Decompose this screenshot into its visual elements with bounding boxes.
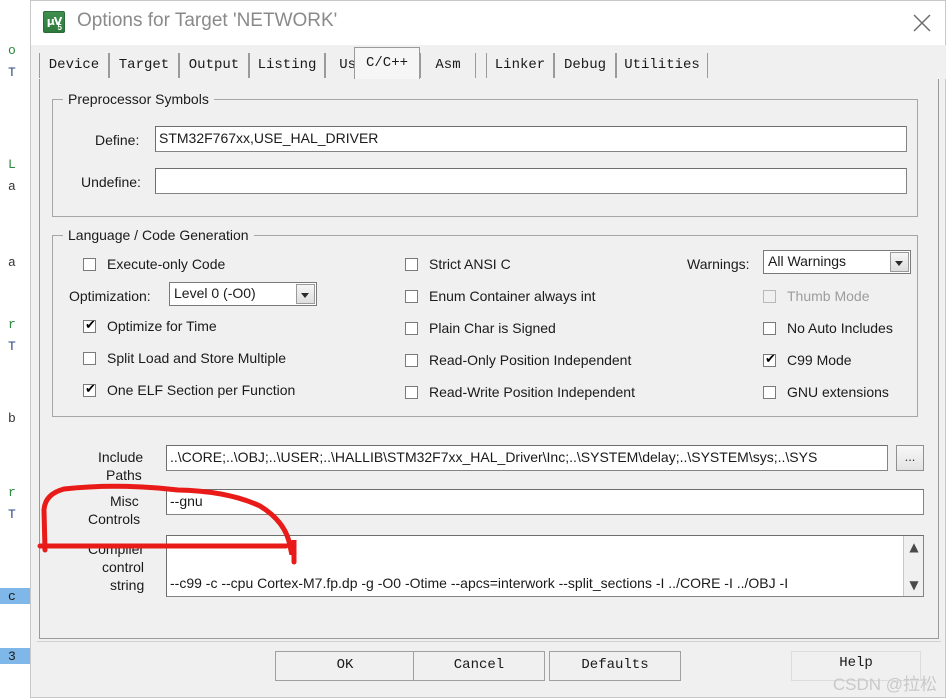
checkbox-thumb-mode xyxy=(763,290,776,303)
language-group-title: Language / Code Generation xyxy=(63,227,254,243)
ok-button[interactable]: OK xyxy=(275,651,415,681)
scroll-up-icon[interactable]: ▲ xyxy=(904,538,923,556)
misc-controls-label-line2: Controls xyxy=(88,511,141,527)
defaults-button[interactable]: Defaults xyxy=(549,651,681,681)
tab-target[interactable]: Target xyxy=(109,53,179,78)
language-code-generation-group: Language / Code Generation Execute-only … xyxy=(52,227,918,417)
tab-device[interactable]: Device xyxy=(39,53,109,78)
chevron-down-icon[interactable] xyxy=(296,284,315,304)
close-button[interactable] xyxy=(899,1,945,44)
bg-text-line: 3 xyxy=(8,649,16,664)
checkbox-strict-ansi-c[interactable] xyxy=(405,258,418,271)
keil-uvision-icon: µV 5 xyxy=(43,11,65,33)
label-no-auto-includes: No Auto Includes xyxy=(787,320,893,336)
tab-c-cpp[interactable]: C/C++ xyxy=(354,47,420,79)
checkbox-gnu-extensions[interactable] xyxy=(763,386,776,399)
warnings-value: All Warnings xyxy=(768,253,847,269)
preprocessor-group-title: Preprocessor Symbols xyxy=(63,91,214,107)
label-execute-only-code: Execute-only Code xyxy=(107,256,226,272)
window-title: Options for Target 'NETWORK' xyxy=(77,10,338,31)
include-paths-input[interactable]: ..\CORE;..\OBJ;..\USER;..\HALLIB\STM32F7… xyxy=(166,445,888,471)
tab-debug[interactable]: Debug xyxy=(554,53,616,78)
bg-text-line: T xyxy=(8,507,16,522)
optimization-label: Optimization: xyxy=(69,288,151,304)
screen: o T L a a r T b r T c 3 µV 5 Options for… xyxy=(0,0,946,700)
label-optimize-for-time: Optimize for Time xyxy=(107,318,217,334)
tab-asm[interactable]: Asm xyxy=(420,53,476,78)
checkbox-split-load-and-store-multiple[interactable] xyxy=(83,352,96,365)
label-read-only-position-independent: Read-Only Position Independent xyxy=(429,352,632,368)
cancel-button[interactable]: Cancel xyxy=(413,651,545,681)
bg-text-line: o xyxy=(8,43,16,58)
misc-controls-input[interactable]: --gnu xyxy=(166,489,924,515)
misc-controls-label-line1: Misc xyxy=(110,493,139,509)
chevron-down-icon[interactable] xyxy=(890,252,909,272)
include-paths-label-line1: Include xyxy=(98,449,144,465)
bg-text-line: a xyxy=(8,179,16,194)
warnings-label: Warnings: xyxy=(687,256,750,272)
optimization-value: Level 0 (-O0) xyxy=(174,285,256,301)
label-c99-mode: C99 Mode xyxy=(787,352,852,368)
tab-utilities[interactable]: Utilities xyxy=(616,53,708,78)
label-gnu-extensions: GNU extensions xyxy=(787,384,889,400)
checkbox-read-only-position-independent[interactable] xyxy=(405,354,418,367)
checkbox-enum-container-always-int[interactable] xyxy=(405,290,418,303)
bg-text-line: T xyxy=(8,65,16,80)
checkbox-one-elf-section-per-function[interactable]: ✔ xyxy=(83,382,96,397)
bg-text-line: L xyxy=(8,157,16,172)
undefine-input[interactable] xyxy=(155,168,907,194)
undefine-label: Undefine: xyxy=(81,174,141,190)
checkbox-c99-mode[interactable]: ✔ xyxy=(763,352,776,367)
close-icon xyxy=(913,14,931,32)
checkbox-plain-char-is-signed[interactable] xyxy=(405,322,418,335)
bg-text-line: T xyxy=(8,339,16,354)
optimization-select[interactable]: Level 0 (-O0) xyxy=(169,282,317,306)
tab-strip: Device Target Output Listing User C/C++ … xyxy=(31,45,946,79)
bg-text-line: r xyxy=(8,317,16,332)
options-dialog: µV 5 Options for Target 'NETWORK' Device… xyxy=(30,0,946,698)
c-cpp-panel: Preprocessor Symbols Define: STM32F767xx… xyxy=(39,79,939,639)
bg-text-line: a xyxy=(8,255,16,270)
compiler-string-line1: --c99 -c --cpu Cortex-M7.fp.dp -g -O0 -O… xyxy=(170,575,789,591)
label-thumb-mode: Thumb Mode xyxy=(787,288,870,304)
tab-linker[interactable]: Linker xyxy=(486,53,554,78)
label-split-load-and-store-multiple: Split Load and Store Multiple xyxy=(107,350,286,366)
define-label: Define: xyxy=(95,132,140,148)
scroll-down-icon[interactable]: ▼ xyxy=(904,576,923,594)
bg-text-line: b xyxy=(8,411,16,426)
checkbox-no-auto-includes[interactable] xyxy=(763,322,776,335)
compiler-string-label-line1: Compiler xyxy=(88,541,145,557)
include-paths-label-line2: Paths xyxy=(106,467,142,483)
label-strict-ansi-c: Strict ANSI C xyxy=(429,256,511,272)
title-bar: µV 5 Options for Target 'NETWORK' xyxy=(31,1,945,46)
checkbox-read-write-position-independent[interactable] xyxy=(405,386,418,399)
label-one-elf-section-per-function: One ELF Section per Function xyxy=(107,382,296,398)
compiler-control-string-input[interactable]: --c99 -c --cpu Cortex-M7.fp.dp -g -O0 -O… xyxy=(166,535,924,597)
keil-icon-version: 5 xyxy=(57,23,62,32)
check-mark: ✔ xyxy=(85,318,96,333)
footer-divider xyxy=(37,641,941,642)
check-mark: ✔ xyxy=(85,382,96,397)
label-read-write-position-independent: Read-Write Position Independent xyxy=(429,384,635,400)
compiler-string-label-line3: string xyxy=(110,577,145,593)
include-paths-browse-button[interactable]: ... xyxy=(896,445,924,471)
tab-output[interactable]: Output xyxy=(179,53,249,78)
checkbox-optimize-for-time[interactable]: ✔ xyxy=(83,318,96,333)
check-mark: ✔ xyxy=(765,352,776,367)
bg-text-line: c xyxy=(8,589,16,604)
compiler-string-scrollbar[interactable]: ▲ ▼ xyxy=(903,536,923,596)
compiler-string-label-line2: control xyxy=(102,559,145,575)
background-editor-strip: o T L a a r T b r T c 3 xyxy=(0,0,30,700)
bg-text-line: r xyxy=(8,485,16,500)
tab-listing[interactable]: Listing xyxy=(249,53,325,78)
label-enum-container-always-int: Enum Container always int xyxy=(429,288,596,304)
watermark: CSDN @拉松 xyxy=(832,675,937,694)
label-plain-char-is-signed: Plain Char is Signed xyxy=(429,320,556,336)
checkbox-execute-only-code[interactable] xyxy=(83,258,96,271)
define-input[interactable]: STM32F767xx,USE_HAL_DRIVER xyxy=(155,126,907,152)
preprocessor-symbols-group: Preprocessor Symbols Define: STM32F767xx… xyxy=(52,91,918,217)
warnings-select[interactable]: All Warnings xyxy=(763,250,911,274)
